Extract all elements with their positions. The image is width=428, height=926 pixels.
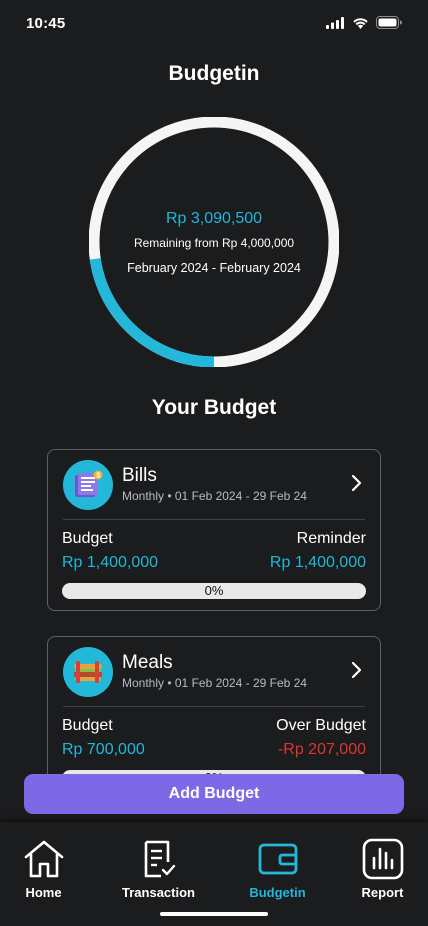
app-title: Budgetin bbox=[168, 62, 260, 85]
card-divider bbox=[63, 706, 365, 707]
nav-label: Transaction bbox=[122, 885, 195, 900]
reminder-label: Reminder bbox=[296, 530, 366, 547]
nav-label: Budgetin bbox=[249, 885, 306, 900]
budget-value: Rp 1,400,000 bbox=[62, 554, 159, 571]
remaining-amount: Rp 3,090,500 bbox=[165, 210, 263, 227]
nav-label: Home bbox=[25, 885, 62, 900]
budget-name: Bills bbox=[122, 465, 157, 486]
status-time: 10:45 bbox=[26, 15, 66, 32]
battery-icon bbox=[376, 16, 402, 34]
bills-icon: $ bbox=[63, 460, 113, 510]
status-icons bbox=[326, 16, 402, 34]
reminder-value: Rp 1,400,000 bbox=[269, 554, 366, 571]
over-budget-label: Over Budget bbox=[276, 717, 366, 734]
budget-label: Budget bbox=[62, 717, 113, 734]
nav-item-home[interactable]: Home bbox=[0, 822, 97, 910]
remaining-caption: Remaining from Rp 4,000,000 bbox=[133, 236, 295, 250]
nav-item-budgetin[interactable]: Budgetin bbox=[224, 822, 331, 910]
progress-text: 0% bbox=[204, 583, 224, 598]
home-indicator bbox=[160, 912, 268, 916]
chevron-right-icon[interactable] bbox=[350, 661, 362, 684]
svg-text:$: $ bbox=[96, 473, 100, 480]
card-divider bbox=[63, 519, 365, 520]
budget-period: Monthly • 01 Feb 2024 - 29 Feb 24 bbox=[122, 489, 307, 503]
wallet-icon bbox=[224, 838, 331, 880]
budget-progress-bar: 0% bbox=[62, 583, 366, 599]
budget-summary-ring: Rp 3,090,500 Remaining from Rp 4,000,000… bbox=[89, 117, 339, 367]
budget-value: Rp 700,000 bbox=[62, 741, 145, 758]
meals-icon bbox=[63, 647, 113, 697]
budget-label: Budget bbox=[62, 530, 113, 547]
add-budget-button[interactable]: Add Budget bbox=[24, 774, 404, 814]
budget-name: Meals bbox=[122, 652, 173, 673]
your-budget-title: Your Budget bbox=[151, 396, 277, 419]
nav-item-transaction[interactable]: Transaction bbox=[105, 822, 212, 910]
signal-icon bbox=[326, 16, 345, 34]
wifi-icon bbox=[352, 16, 369, 34]
chevron-right-icon[interactable] bbox=[350, 474, 362, 497]
status-bar: 10:45 bbox=[0, 0, 428, 48]
over-budget-value: -Rp 207,000 bbox=[277, 741, 366, 758]
report-icon bbox=[329, 838, 428, 880]
budget-card-bills[interactable]: $ Bills Monthly • 01 Feb 2024 - 29 Feb 2… bbox=[47, 449, 381, 611]
home-icon bbox=[0, 838, 97, 880]
bottom-nav: Home Transaction Budgetin Report bbox=[0, 822, 428, 926]
nav-item-report[interactable]: Report bbox=[329, 822, 428, 910]
budget-period: Monthly • 01 Feb 2024 - 29 Feb 24 bbox=[122, 676, 307, 690]
transaction-icon bbox=[105, 838, 212, 880]
nav-label: Report bbox=[361, 885, 404, 900]
summary-period: February 2024 - February 2024 bbox=[127, 261, 301, 275]
